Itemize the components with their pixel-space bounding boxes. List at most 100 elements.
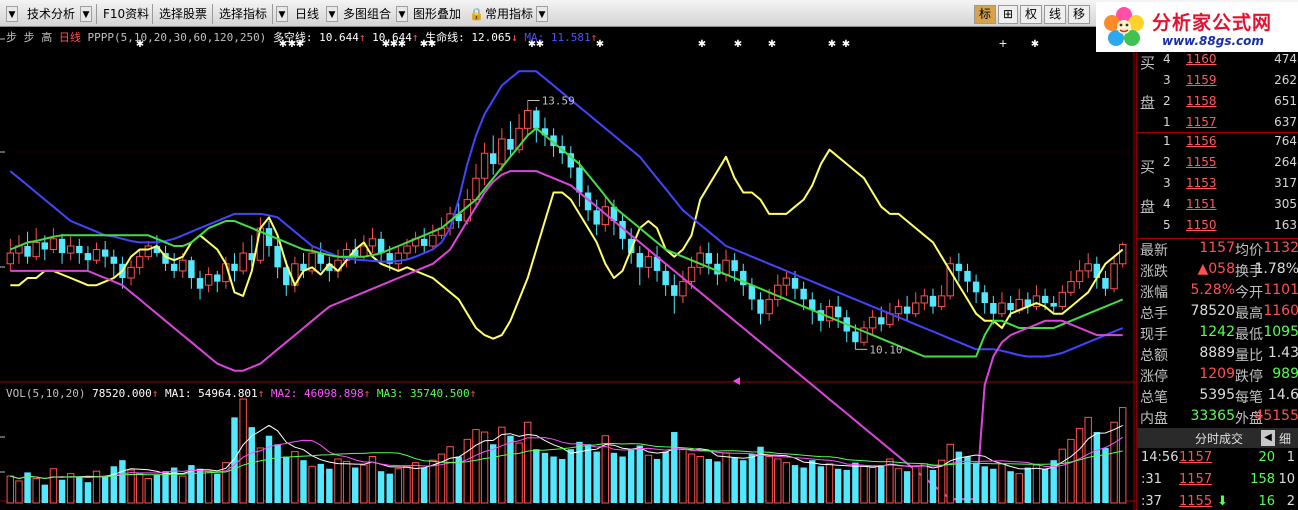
f10-info-button[interactable]: F10资料 — [100, 4, 152, 24]
multi-chart-dropdown-arrow[interactable]: ▼ — [326, 6, 338, 22]
ticks-title[interactable]: 分时成交 — [1195, 430, 1243, 447]
buy-order-row[interactable]: 3 1153 317 — [1137, 176, 1298, 197]
candle-body — [593, 210, 600, 225]
candle-body — [791, 278, 799, 289]
volume-chart-info: VOL(5,10,20) 78520.000↑ MA1: 54964.801↑ … — [6, 387, 476, 400]
tick-count: 2 — [1286, 494, 1295, 509]
volume-bar — [644, 454, 653, 504]
order-price: 1156 — [1186, 134, 1217, 148]
select-indicator-button[interactable]: 选择指标 — [216, 4, 270, 24]
logo-url: www.88gs.com — [1162, 34, 1264, 48]
volume-bar — [1058, 448, 1067, 504]
toolbar-divider — [212, 4, 213, 24]
sell-order-row[interactable]: 3 1159 262 — [1137, 73, 1298, 94]
candle-body — [1067, 281, 1075, 293]
candle-body — [679, 281, 687, 297]
view-line-button[interactable]: 线 — [1044, 5, 1066, 24]
menu-dropdown-arrow[interactable]: ▼ — [6, 6, 18, 22]
candle-body — [507, 139, 514, 150]
quote-stat-row: 现手 1242 最低 1095 — [1137, 324, 1298, 345]
stat-label: 涨跌 — [1140, 264, 1168, 280]
volume-bar — [981, 466, 988, 503]
ticks-prev-button[interactable]: ◀ — [1261, 430, 1275, 446]
candle-body — [990, 303, 997, 314]
view-move-button[interactable]: 移 — [1068, 5, 1090, 24]
overlay-button[interactable]: 图形叠加 — [410, 4, 464, 24]
tick-row[interactable]: 14:56 1157 20 1 — [1137, 450, 1298, 470]
view-rights-button[interactable]: 权 — [1020, 5, 1042, 24]
indicator-line — [9, 70, 1124, 358]
stat-value: 8889 — [1199, 345, 1235, 361]
volume-bar — [15, 480, 23, 504]
tick-price: 1155 — [1179, 494, 1213, 509]
buy-order-row[interactable]: 4 1151 305 — [1137, 197, 1298, 218]
candle-body — [894, 306, 903, 315]
candle-body — [765, 298, 773, 315]
buy-order-row[interactable]: 5 1150 163 — [1137, 218, 1298, 239]
ticks-detail-button[interactable]: 细 — [1279, 430, 1291, 447]
volume-bar — [480, 431, 489, 504]
volume-bar — [231, 417, 238, 503]
tick-row[interactable]: :31 1157 158 10 — [1137, 472, 1298, 492]
chart-area[interactable]: 13.59 10.10 ✱ ✱ ✱ ✱ ✱ ✱ ✱ ✱ ✱ ✱ ✱ ✱ ✱ ✱ ✱ ✱ ✱ ✱ + 步 步 高 日线 P… — [0, 27, 1135, 510]
stat-value: 1157 — [1199, 240, 1235, 256]
candle-body — [76, 245, 83, 254]
candle-body — [204, 273, 213, 286]
volume-bar — [852, 462, 859, 503]
candle-body — [1118, 244, 1127, 265]
stat-label: 总笔 — [1140, 390, 1168, 406]
sell-order-row[interactable]: 2 1158 651 — [1137, 94, 1298, 115]
volume-bar — [455, 456, 462, 503]
common-indicator-button[interactable]: 常用指标 — [482, 4, 536, 24]
candle-body — [127, 266, 135, 279]
candle-body — [480, 152, 489, 179]
candle-body — [489, 153, 497, 164]
candle-body — [84, 253, 92, 261]
candle-body — [170, 263, 178, 271]
kline-chart[interactable]: 13.5910.10✱ ✱ ✱ ✱ ✱ ✱ ✱ ✱ ✱ ✱ ✱ ✱ ✱ ✱ ✱ ✱ ✱ ✱+ — [0, 27, 1135, 510]
volume-bar — [1041, 468, 1049, 503]
technical-analysis-dropdown[interactable]: ▼ — [80, 6, 92, 22]
candle-body — [196, 278, 204, 289]
stats-divider — [1137, 238, 1298, 239]
volume-bar — [239, 398, 247, 504]
volume-bar — [1102, 447, 1109, 503]
tick-row[interactable]: :37 1155 ⬇ 16 2 — [1137, 494, 1298, 510]
volume-bar — [1007, 471, 1014, 503]
technical-analysis-button[interactable]: 技术分析 — [24, 4, 78, 24]
toolbar-divider — [96, 4, 97, 24]
period-dropdown-arrow[interactable]: ▼ — [276, 6, 288, 22]
multi-chart-button[interactable]: 多图组合 — [340, 4, 394, 24]
candle-body — [757, 299, 764, 314]
overlay-dropdown-arrow[interactable]: ▼ — [396, 6, 408, 22]
buy-order-row[interactable]: 2 1155 264 — [1137, 155, 1298, 176]
stat-label: 最低 — [1235, 327, 1263, 343]
view-grid-button[interactable]: ⊞ — [998, 5, 1018, 24]
view-mark-button[interactable]: 标 — [974, 5, 996, 24]
trend-arrow: ↑ — [358, 31, 366, 44]
sell-order-row[interactable]: 4 1160 474 — [1137, 52, 1298, 73]
volume-bar — [110, 466, 117, 503]
select-stock-button[interactable]: 选择股票 — [156, 4, 210, 24]
candle-body — [972, 281, 980, 293]
volume-bar — [84, 482, 92, 503]
stat-value: ▲058 — [1197, 261, 1236, 277]
buy-order-row[interactable]: 1 1156 764 — [1137, 134, 1298, 155]
volume-bar — [92, 470, 101, 504]
candle-body — [533, 110, 540, 129]
common-indicator-dropdown[interactable]: ▼ — [536, 6, 548, 22]
candle-body — [1102, 278, 1109, 289]
tick-count: 1 — [1286, 450, 1295, 465]
volume-bar — [274, 444, 281, 503]
candle-body — [101, 249, 109, 257]
period-button[interactable]: 日线 — [292, 4, 322, 24]
indicator-line — [9, 127, 1124, 358]
order-volume: 637 — [1274, 115, 1297, 129]
volume-bar — [722, 452, 730, 504]
order-volume: 651 — [1274, 94, 1297, 108]
candle-body — [731, 260, 738, 271]
volume-bar — [920, 463, 929, 504]
volume-bar — [765, 456, 773, 504]
volume-bar — [144, 478, 152, 504]
volume-bar — [782, 462, 791, 504]
